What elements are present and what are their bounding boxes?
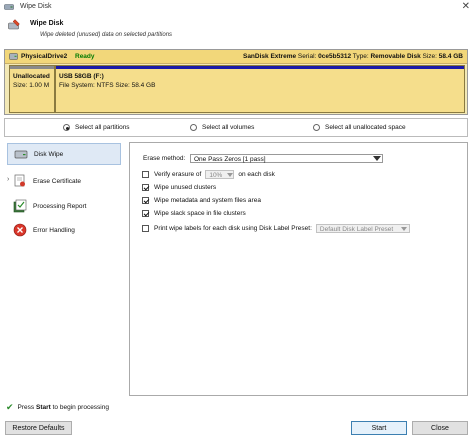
disk-wipe-icon <box>14 150 28 159</box>
close-button[interactable]: Close <box>412 421 468 435</box>
radio-indicator <box>63 124 70 131</box>
disk-map[interactable]: PhysicalDrive2 Ready SanDisk Extreme Ser… <box>4 49 468 115</box>
nav-item-label: Error Handling <box>33 226 75 234</box>
status-message: ✔ Press Start to begin processing <box>6 402 109 413</box>
wipe-unused-option: Wipe unused clusters <box>142 184 216 191</box>
print-labels-checkbox[interactable] <box>142 225 149 232</box>
disk-name: PhysicalDrive2 <box>21 53 68 60</box>
report-icon <box>13 199 27 213</box>
wipe-slack-option: Wipe slack space in file clusters <box>142 210 246 217</box>
verify-erasure-suffix: on each disk <box>238 171 275 178</box>
chevron-down-icon <box>226 171 233 178</box>
nav-item-error-handling[interactable]: Error Handling <box>7 219 121 241</box>
nav-item-label: Disk Wipe <box>34 150 64 158</box>
restore-defaults-button[interactable]: Restore Defaults <box>5 421 72 435</box>
radio-select-all-volumes[interactable]: Select all volumes <box>190 122 254 133</box>
verify-erasure-label: Verify erasure of <box>154 171 202 178</box>
erase-method-label: Erase method: <box>143 155 186 162</box>
partition-unallocated[interactable]: Unallocated Size: 1.00 M <box>9 65 55 113</box>
wipe-unused-label: Wipe unused clusters <box>154 184 217 191</box>
partition-details: File System: NTFS Size: 58.4 GB <box>59 82 156 89</box>
partition-name: USB 58GB (F:) <box>59 73 104 80</box>
size-label: Size: <box>422 53 437 60</box>
radio-select-all-unallocated[interactable]: Select all unallocated space <box>313 122 406 133</box>
label-preset-select[interactable]: Default Disk Label Preset <box>315 224 410 233</box>
drive-icon <box>9 53 18 60</box>
radio-indicator <box>190 124 197 131</box>
chevron-down-icon <box>372 155 382 162</box>
nav-item-erase-certificate[interactable]: Erase Certificate <box>7 170 121 192</box>
radio-label: Select all volumes <box>202 124 255 131</box>
partition-name: Unallocated <box>13 73 50 80</box>
disk-app-icon <box>4 4 14 10</box>
verify-erasure-option: Verify erasure of 10% on each disk <box>142 170 275 179</box>
disk-info: SanDisk Extreme Serial: 0ce5b5312 Type: … <box>243 53 463 60</box>
page-subtitle: Wipe deleted (unused) data on selected p… <box>40 32 173 38</box>
status-pre: Press <box>17 404 35 411</box>
partition-size: Size: 1.00 M <box>13 82 50 89</box>
settings-nav: Disk Wipe › Erase Certificate Processing… <box>7 142 123 394</box>
window-title: Wipe Disk <box>20 3 52 10</box>
print-labels-option: Print wipe labels for each disk using Di… <box>142 224 410 233</box>
check-icon: ✔ <box>6 402 14 412</box>
erase-method-select[interactable]: One Pass Zeros [1 pass] <box>190 154 383 163</box>
partition-bar <box>10 66 54 69</box>
erase-method-value: One Pass Zeros [1 pass] <box>194 156 266 163</box>
serial-label: Serial: <box>297 53 317 60</box>
wipe-slack-label: Wipe slack space in file clusters <box>154 210 246 217</box>
start-button[interactable]: Start <box>351 421 407 435</box>
title-bar: Wipe Disk ✕ <box>0 0 474 14</box>
certificate-icon <box>14 174 25 187</box>
nav-item-label: Erase Certificate <box>33 177 82 185</box>
wipe-metadata-checkbox[interactable] <box>142 197 149 204</box>
selection-options: Select all partitions Select all volumes… <box>4 118 468 137</box>
radio-label: Select all partitions <box>75 124 130 131</box>
partition-usb[interactable]: USB 58GB (F:) File System: NTFS Size: 58… <box>55 65 465 113</box>
chevron-down-icon <box>399 225 409 232</box>
disk-status: Ready <box>75 53 95 60</box>
status-bold: Start <box>35 404 51 411</box>
verify-erasure-checkbox[interactable] <box>142 171 149 178</box>
disk-wipe-settings-panel: Erase method: One Pass Zeros [1 pass] Ve… <box>129 142 468 396</box>
disk-header[interactable]: PhysicalDrive2 Ready SanDisk Extreme Ser… <box>5 50 467 64</box>
partition-bar <box>56 66 464 69</box>
nav-item-processing-report[interactable]: Processing Report <box>7 195 121 217</box>
type-label: Type: <box>352 53 369 60</box>
wipe-unused-checkbox[interactable] <box>142 184 149 191</box>
wipe-metadata-option: Wipe metadata and system files area <box>142 197 261 204</box>
print-labels-label: Print wipe labels for each disk using Di… <box>154 225 312 232</box>
footer: Restore Defaults Start Close <box>0 416 474 444</box>
verify-percent-select[interactable]: 10% <box>205 170 235 179</box>
radio-select-all-partitions[interactable]: Select all partitions <box>63 122 130 133</box>
disk-size: 58.4 GB <box>438 53 463 60</box>
page-header: Wipe Disk Wipe deleted (unused) data on … <box>0 14 474 48</box>
nav-item-label: Processing Report <box>33 202 87 210</box>
wipe-metadata-label: Wipe metadata and system files area <box>154 197 261 204</box>
radio-indicator <box>313 124 320 131</box>
verify-percent-value: 10% <box>209 172 223 179</box>
disk-type: Removable Disk <box>370 53 421 60</box>
nav-item-disk-wipe[interactable]: Disk Wipe <box>7 143 121 165</box>
error-icon <box>13 223 27 237</box>
window-close-button[interactable]: ✕ <box>462 1 470 13</box>
status-post: to begin processing <box>52 404 109 411</box>
disk-model: SanDisk Extreme <box>242 53 297 60</box>
wipe-disk-icon <box>8 19 20 30</box>
page-title: Wipe Disk <box>30 20 64 27</box>
label-preset-value: Default Disk Label Preset <box>319 226 394 233</box>
disk-serial: 0ce5b5312 <box>318 53 352 60</box>
radio-label: Select all unallocated space <box>325 124 406 131</box>
wipe-slack-checkbox[interactable] <box>142 210 149 217</box>
